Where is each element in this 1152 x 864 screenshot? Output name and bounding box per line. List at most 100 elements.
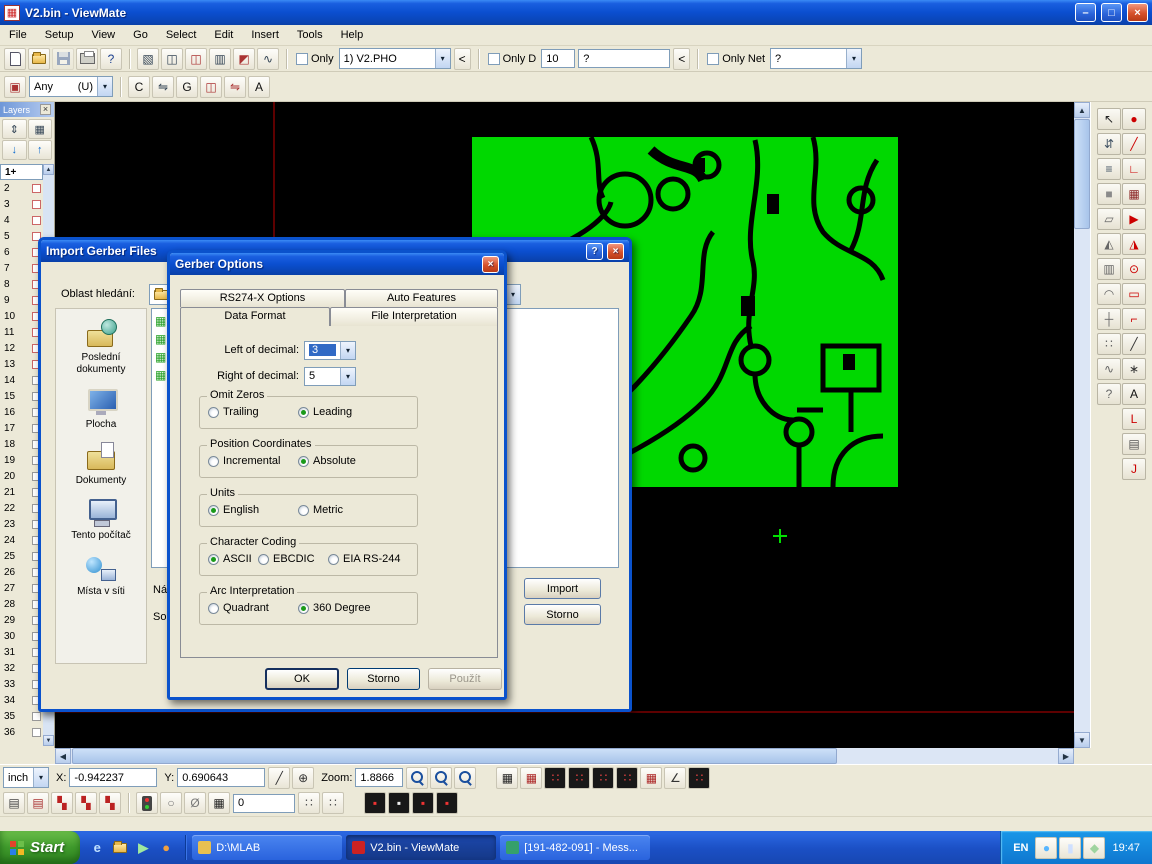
checker-icon-1[interactable]: ▚: [51, 792, 73, 814]
outline-mode-icon[interactable]: ▱: [1097, 208, 1121, 230]
layer-row-3[interactable]: 3: [0, 196, 43, 212]
layer-color-box[interactable]: [32, 184, 41, 193]
internet-explorer-icon[interactable]: e: [88, 839, 106, 857]
layer-row-35[interactable]: 35: [0, 708, 43, 724]
context-help-icon[interactable]: ?: [100, 48, 122, 70]
highlight-select-icon[interactable]: ▥: [209, 48, 231, 70]
radio-button-icon[interactable]: [208, 554, 219, 565]
horizontal-scrollbar[interactable]: ◀ ▶: [55, 748, 1074, 764]
tab-auto-features[interactable]: Auto Features: [345, 289, 498, 307]
menu-item-select[interactable]: Select: [157, 26, 206, 44]
layer-row-36[interactable]: 36: [0, 724, 43, 740]
tray-network-icon[interactable]: ◆: [1083, 837, 1105, 859]
layer-row-33[interactable]: 33: [0, 676, 43, 692]
layer-row-19[interactable]: 19: [0, 452, 43, 468]
active-dcode-field[interactable]: 0: [233, 794, 295, 813]
curve-icon[interactable]: ∿: [1097, 358, 1121, 380]
layer-row-31[interactable]: 31: [0, 644, 43, 660]
layer-row-20[interactable]: 20: [0, 468, 43, 484]
close-button[interactable]: ×: [1127, 3, 1148, 22]
chevron-down-icon[interactable]: ▾: [340, 368, 355, 385]
close-button[interactable]: ×: [607, 243, 624, 260]
start-button[interactable]: Start: [0, 831, 80, 864]
taskbar-task[interactable]: V2.bin - ViewMate: [346, 835, 496, 860]
select-pointer-icon[interactable]: ↖: [1097, 108, 1121, 130]
chevron-down-icon[interactable]: ▾: [505, 285, 520, 304]
gerber-file-icon[interactable]: ▦: [155, 351, 166, 363]
add-arrow-icon[interactable]: ▶: [1122, 208, 1146, 230]
layer-grid-icon[interactable]: ▦: [28, 119, 53, 139]
radio-button-icon[interactable]: [208, 407, 219, 418]
layer-row-24[interactable]: 24: [0, 532, 43, 548]
shade-mode-icon[interactable]: ▥: [1097, 258, 1121, 280]
unit-combo[interactable]: inch ▾: [3, 767, 49, 788]
gerber-file-icon[interactable]: ▦: [155, 315, 166, 327]
layer-columns-icon[interactable]: ◫: [185, 48, 207, 70]
layer-row-21[interactable]: 21: [0, 484, 43, 500]
place-documents[interactable]: Dokumenty: [58, 442, 144, 487]
sel-pattern-icon-1[interactable]: ▪: [364, 792, 386, 814]
zoom-icon[interactable]: [406, 767, 428, 789]
vertical-scrollbar[interactable]: ▲ ▼: [1074, 102, 1090, 748]
net-table-icon[interactable]: ▦: [640, 767, 662, 789]
radio-button-icon[interactable]: [208, 603, 219, 614]
menu-item-file[interactable]: File: [0, 26, 36, 44]
print-icon[interactable]: [76, 48, 98, 70]
menu-item-setup[interactable]: Setup: [36, 26, 83, 44]
cancel-button[interactable]: Storno: [524, 604, 601, 625]
chevron-down-icon[interactable]: ▾: [33, 768, 48, 787]
folder-icon[interactable]: [111, 839, 129, 857]
ok-button[interactable]: OK: [265, 668, 339, 690]
add-text-icon[interactable]: A: [1122, 383, 1146, 405]
checkbox-box[interactable]: [488, 53, 500, 65]
chevron-down-icon[interactable]: ▾: [340, 342, 355, 359]
dcode-list-icon[interactable]: ▤: [3, 792, 25, 814]
layer-row-25[interactable]: 25: [0, 548, 43, 564]
add-polyline-icon[interactable]: ∟: [1122, 158, 1146, 180]
radio-button-icon[interactable]: [208, 456, 219, 467]
transpose-icon[interactable]: ⇋: [224, 76, 246, 98]
media-player-icon[interactable]: ▶: [134, 839, 152, 857]
scroll-up-icon[interactable]: ▲: [1074, 102, 1090, 118]
menu-item-help[interactable]: Help: [332, 26, 373, 44]
dcode-columns-icon[interactable]: ◫: [161, 48, 183, 70]
checkbox-box[interactable]: [296, 53, 308, 65]
layer-combo[interactable]: 1) V2.PHO ▾: [339, 48, 451, 69]
measure-graph-icon[interactable]: ∿: [257, 48, 279, 70]
move-layer-up-icon[interactable]: ↑: [28, 140, 53, 160]
radio-quadrant[interactable]: Quadrant: [208, 602, 298, 614]
vertical-scroll-thumb[interactable]: [1074, 119, 1090, 229]
help-button[interactable]: ?: [586, 243, 603, 260]
dcode-table-red-icon[interactable]: ▦: [520, 767, 542, 789]
layer-color-box[interactable]: [32, 712, 41, 721]
traffic-light-icon[interactable]: [136, 792, 158, 814]
grid-icon[interactable]: ▦: [208, 792, 230, 814]
move-layer-down-icon[interactable]: ↓: [2, 140, 27, 160]
text-tool-icon[interactable]: A: [248, 76, 270, 98]
tray-update-icon[interactable]: ●: [1035, 837, 1057, 859]
layer-color-box[interactable]: [32, 216, 41, 225]
radio-absolute[interactable]: Absolute: [298, 455, 356, 467]
any-dcode-combo[interactable]: Any (U) ▾: [29, 76, 113, 97]
tab-rs274x-options[interactable]: RS274-X Options: [180, 289, 345, 307]
layer-row-4[interactable]: 4: [0, 212, 43, 228]
swap-layers-icon[interactable]: ⇵: [1097, 133, 1121, 155]
layer-row-26[interactable]: 26: [0, 564, 43, 580]
radio-button-icon[interactable]: [298, 603, 309, 614]
radio-leading[interactable]: Leading: [298, 406, 352, 418]
lamp-off-icon[interactable]: ○: [160, 792, 182, 814]
new-file-icon[interactable]: [4, 48, 26, 70]
add-polygon-icon[interactable]: ▦: [1122, 183, 1146, 205]
layer-row-15[interactable]: 15: [0, 388, 43, 404]
film-pattern-icon-5[interactable]: ∷: [688, 767, 710, 789]
layers-panel-header[interactable]: Layers ×: [0, 102, 54, 117]
horizontal-scroll-thumb[interactable]: [72, 748, 837, 764]
menu-item-go[interactable]: Go: [124, 26, 157, 44]
layer-row-2[interactable]: 2: [0, 180, 43, 196]
layer-row-17[interactable]: 17: [0, 420, 43, 436]
firefox-icon[interactable]: ●: [157, 839, 175, 857]
film-pattern-icon-3[interactable]: ∷: [592, 767, 614, 789]
layer-row-11[interactable]: 11: [0, 324, 43, 340]
layer-list-icon[interactable]: ▤: [27, 792, 49, 814]
radio-360-degree[interactable]: 360 Degree: [298, 602, 371, 614]
